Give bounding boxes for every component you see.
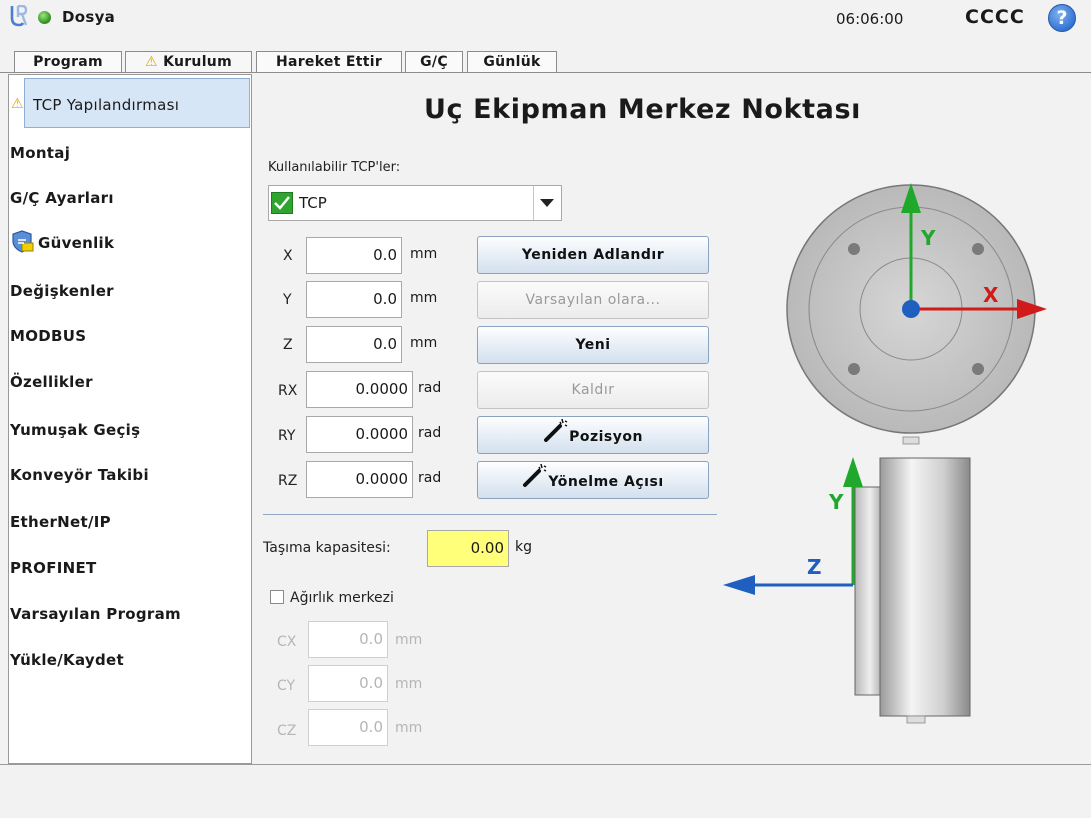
payload-unit: kg: [515, 539, 532, 555]
y-unit: mm: [410, 290, 438, 306]
separator: [263, 514, 717, 515]
remove-button[interactable]: Kaldır: [477, 371, 709, 409]
tab-move[interactable]: Hareket Ettir: [256, 51, 402, 73]
orientation-label: Yönelme Açısı: [548, 474, 664, 490]
cog-checkbox[interactable]: [270, 590, 284, 604]
x-unit: mm: [410, 246, 438, 262]
sidebar-item-default-program[interactable]: Varsayılan Program: [10, 605, 181, 623]
tab-installation[interactable]: ⚠ Kurulum: [125, 51, 252, 73]
tcp-select-value: TCP: [299, 194, 327, 212]
sidebar-item-features[interactable]: Özellikler: [10, 373, 93, 391]
x-field[interactable]: 0.0: [306, 237, 402, 274]
warning-icon: ⚠: [145, 54, 158, 70]
tab-label: Kurulum: [163, 54, 232, 70]
cx-unit: mm: [395, 632, 423, 648]
robot-name: CCCC: [965, 6, 1025, 28]
position-label: Pozisyon: [569, 429, 643, 445]
rz-unit: rad: [418, 470, 442, 486]
axis-label-x: X: [983, 283, 999, 307]
clock: 06:06:00: [836, 10, 904, 28]
cx-field[interactable]: 0.0: [308, 621, 388, 658]
z-field[interactable]: 0.0: [306, 326, 402, 363]
rx-unit: rad: [418, 380, 442, 396]
tool-flange-diagram: [723, 183, 1047, 724]
sidebar-item-variables[interactable]: Değişkenler: [10, 282, 114, 300]
z-unit: mm: [410, 335, 438, 351]
rx-label: RX: [278, 383, 298, 399]
tab-divider: [0, 72, 1091, 73]
sidebar-item-tcp-config[interactable]: TCP Yapılandırması: [33, 96, 179, 114]
cz-unit: mm: [395, 720, 423, 736]
tab-io[interactable]: G/Ç: [405, 51, 463, 73]
robot-status-icon[interactable]: [38, 11, 51, 24]
axis-label-y-side: Y: [829, 490, 844, 514]
cz-field[interactable]: 0.0: [308, 709, 388, 746]
cy-label: CY: [277, 678, 296, 694]
cy-unit: mm: [395, 676, 423, 692]
magic-wand-icon: [543, 417, 569, 457]
file-menu[interactable]: Dosya: [62, 8, 115, 26]
cog-label[interactable]: Ağırlık merkezi: [290, 590, 394, 606]
new-tcp-button[interactable]: Yeni: [477, 326, 709, 364]
ry-label: RY: [278, 428, 296, 444]
top-bar: [0, 0, 1091, 34]
safety-shield-icon: [12, 230, 34, 253]
sidebar-item-modbus[interactable]: MODBUS: [10, 327, 86, 345]
rename-button[interactable]: Yeniden Adlandır: [477, 236, 709, 274]
tab-program[interactable]: Program: [14, 51, 122, 73]
tab-label: Hareket Ettir: [275, 54, 383, 70]
y-field[interactable]: 0.0: [306, 281, 402, 318]
rz-field[interactable]: 0.0000: [306, 461, 413, 498]
chevron-down-icon: [540, 199, 554, 207]
sidebar-item-profinet[interactable]: PROFINET: [10, 559, 97, 577]
tcp-check-icon: [271, 192, 293, 214]
sidebar-item-ethernet-ip[interactable]: EtherNet/IP: [10, 513, 111, 531]
available-tcps-label: Kullanılabilir TCP'ler:: [268, 160, 401, 175]
tab-label: G/Ç: [420, 54, 448, 70]
cz-label: CZ: [277, 723, 297, 739]
orientation-wizard-button[interactable]: Yönelme Açısı: [477, 461, 709, 499]
set-default-button[interactable]: Varsayılan olara...: [477, 281, 709, 319]
help-icon[interactable]: ?: [1048, 4, 1076, 32]
axis-label-z: Z: [807, 555, 822, 579]
sidebar-item-io-setup[interactable]: G/Ç Ayarları: [10, 189, 114, 207]
ur-logo-icon: [10, 5, 28, 27]
position-wizard-button[interactable]: Pozisyon: [477, 416, 709, 454]
axis-label-y-top: Y: [921, 226, 936, 250]
sidebar-item-smooth-transition[interactable]: Yumuşak Geçiş: [10, 421, 140, 439]
footer-divider: [0, 764, 1091, 765]
tab-label: Günlük: [483, 54, 541, 70]
z-label: Z: [283, 337, 293, 353]
page-title: Uç Ekipman Merkez Noktası: [424, 94, 861, 125]
cx-label: CX: [277, 634, 297, 650]
payload-field[interactable]: 0.00: [427, 530, 509, 567]
tab-label: Program: [33, 54, 103, 70]
rz-label: RZ: [278, 473, 298, 489]
tab-log[interactable]: Günlük: [467, 51, 557, 73]
warning-icon: ⚠: [11, 96, 24, 112]
ry-field[interactable]: 0.0000: [306, 416, 413, 453]
rx-field[interactable]: 0.0000: [306, 371, 413, 408]
sidebar-item-mounting[interactable]: Montaj: [10, 144, 70, 162]
sidebar-item-load-save[interactable]: Yükle/Kaydet: [10, 651, 124, 669]
y-label: Y: [283, 292, 292, 308]
sidebar-item-conveyor-tracking[interactable]: Konveyör Takibi: [10, 466, 149, 484]
cy-field[interactable]: 0.0: [308, 665, 388, 702]
magic-wand-icon: [522, 462, 548, 502]
ry-unit: rad: [418, 425, 442, 441]
payload-label: Taşıma kapasitesi:: [263, 540, 391, 556]
sidebar-item-safety[interactable]: Güvenlik: [38, 234, 114, 252]
x-label: X: [283, 248, 293, 264]
